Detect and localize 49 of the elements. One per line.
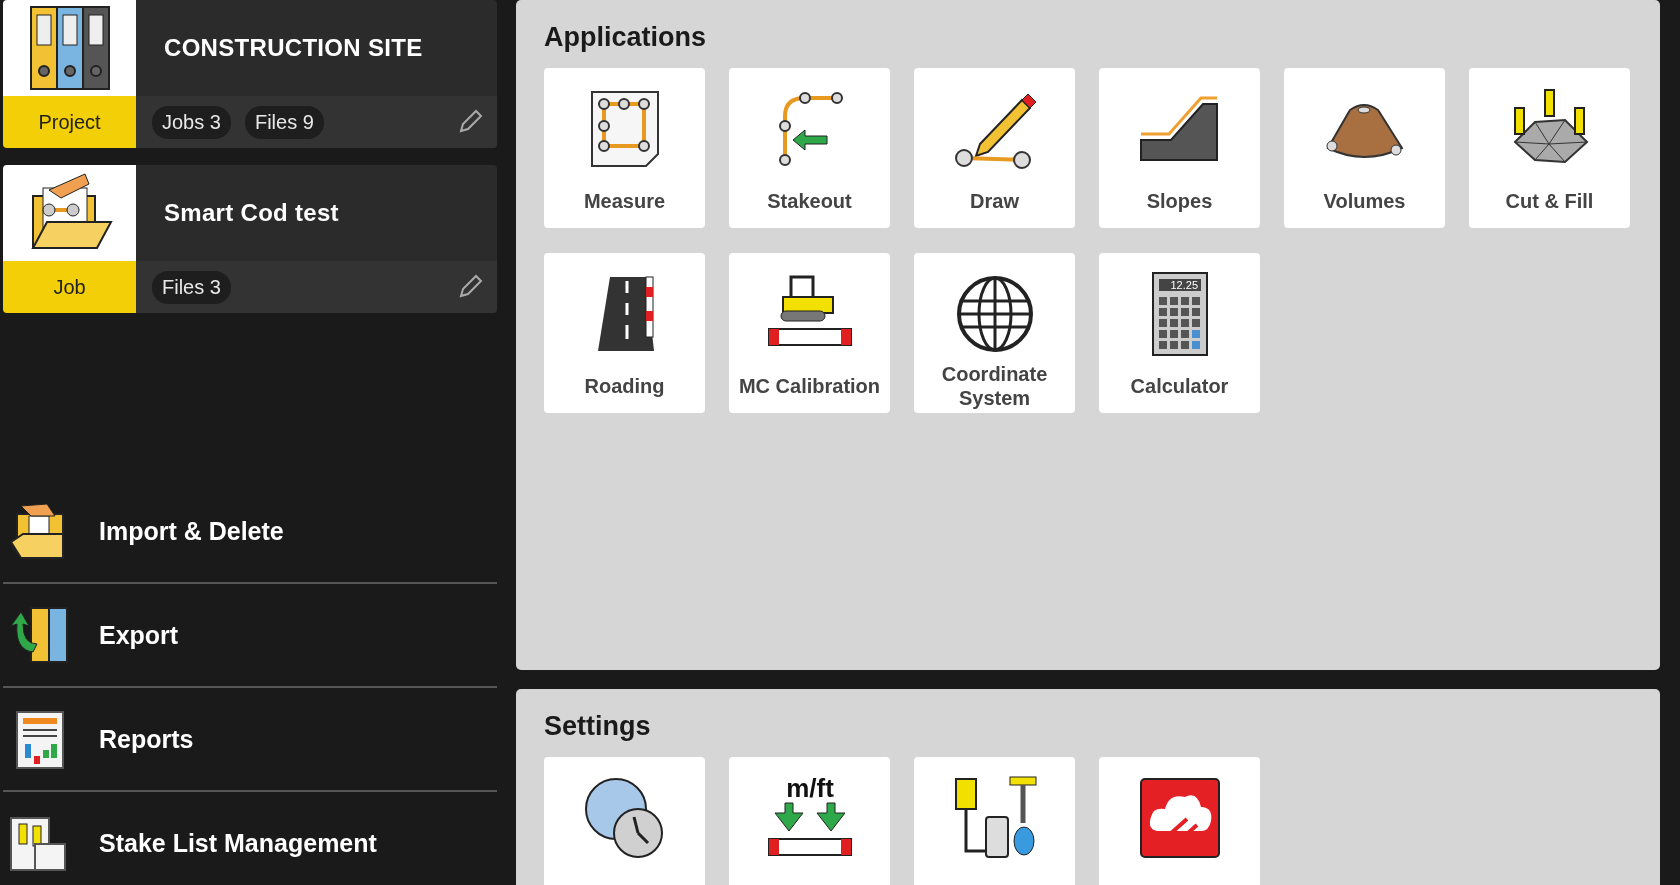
header-card[interactable]: Job Smart Cod test Files 3 xyxy=(3,165,497,313)
type-badge: Job xyxy=(3,261,136,313)
header-card[interactable]: Project CONSTRUCTION SITE Jobs 3 Files 9 xyxy=(3,0,497,148)
menu-label: Import & Delete xyxy=(99,516,284,546)
calculator-display-text: 12.25 xyxy=(1169,279,1198,291)
menu-label: Export xyxy=(99,620,179,650)
app-tile[interactable]: Coordinate System xyxy=(914,253,1075,413)
app-tile[interactable]: Roading xyxy=(544,253,705,413)
section-title: Settings xyxy=(544,711,652,742)
type-badge: Project xyxy=(3,96,136,148)
menu-label: Reports xyxy=(99,724,194,754)
app-tile[interactable] xyxy=(1099,757,1260,885)
app-tile[interactable]: Measure xyxy=(544,68,705,228)
app-tile[interactable]: Slopes xyxy=(1099,68,1260,228)
app-tile[interactable] xyxy=(544,757,705,885)
section-title: Applications xyxy=(544,22,707,53)
arrows-ruler-icon xyxy=(767,802,852,856)
app-tile[interactable]: Draw xyxy=(914,68,1075,228)
tile-label: Cut & Fill xyxy=(1504,189,1595,214)
tile-label: MC Calibration xyxy=(737,374,882,399)
tile-label: Volumes xyxy=(1322,189,1407,214)
app-tile[interactable]: Cut & Fill xyxy=(1469,68,1630,228)
menu-label: Stake List Management xyxy=(99,828,377,858)
card-title: Smart Cod test xyxy=(164,199,339,227)
app-tile[interactable]: Stakeout xyxy=(729,68,890,228)
app-tile[interactable]: m/ft xyxy=(729,757,890,885)
calculator-icon xyxy=(1151,272,1208,356)
app-tile[interactable]: MC Calibration xyxy=(729,253,890,413)
menu-item[interactable]: Import & Delete xyxy=(3,480,497,584)
tile-label: Calculator xyxy=(1129,374,1230,399)
tile-label: Draw xyxy=(969,189,1020,214)
app-tile[interactable]: 12.25 Calculator xyxy=(1099,253,1260,413)
tile-label: Slopes xyxy=(1145,189,1214,214)
menu-item[interactable]: Export xyxy=(3,584,497,688)
card-title: CONSTRUCTION SITE xyxy=(164,34,423,62)
edit-icon[interactable] xyxy=(457,274,483,300)
units-text: m/ft xyxy=(785,775,834,803)
tile-label: Stakeout xyxy=(766,189,853,214)
menu-item[interactable]: Stake List Management xyxy=(3,792,497,885)
count-chip: Jobs 3 xyxy=(152,105,231,139)
count-chip: Files 3 xyxy=(152,270,231,304)
app-tile[interactable]: Volumes xyxy=(1284,68,1445,228)
tile-label: Measure xyxy=(582,189,667,214)
tile-label: Coordinate System xyxy=(940,362,1049,411)
tile-label: Roading xyxy=(583,374,666,399)
menu-item[interactable]: Reports xyxy=(3,688,497,792)
count-chip: Files 9 xyxy=(244,105,324,139)
edit-icon[interactable] xyxy=(457,109,483,135)
app-tile[interactable] xyxy=(914,757,1075,885)
